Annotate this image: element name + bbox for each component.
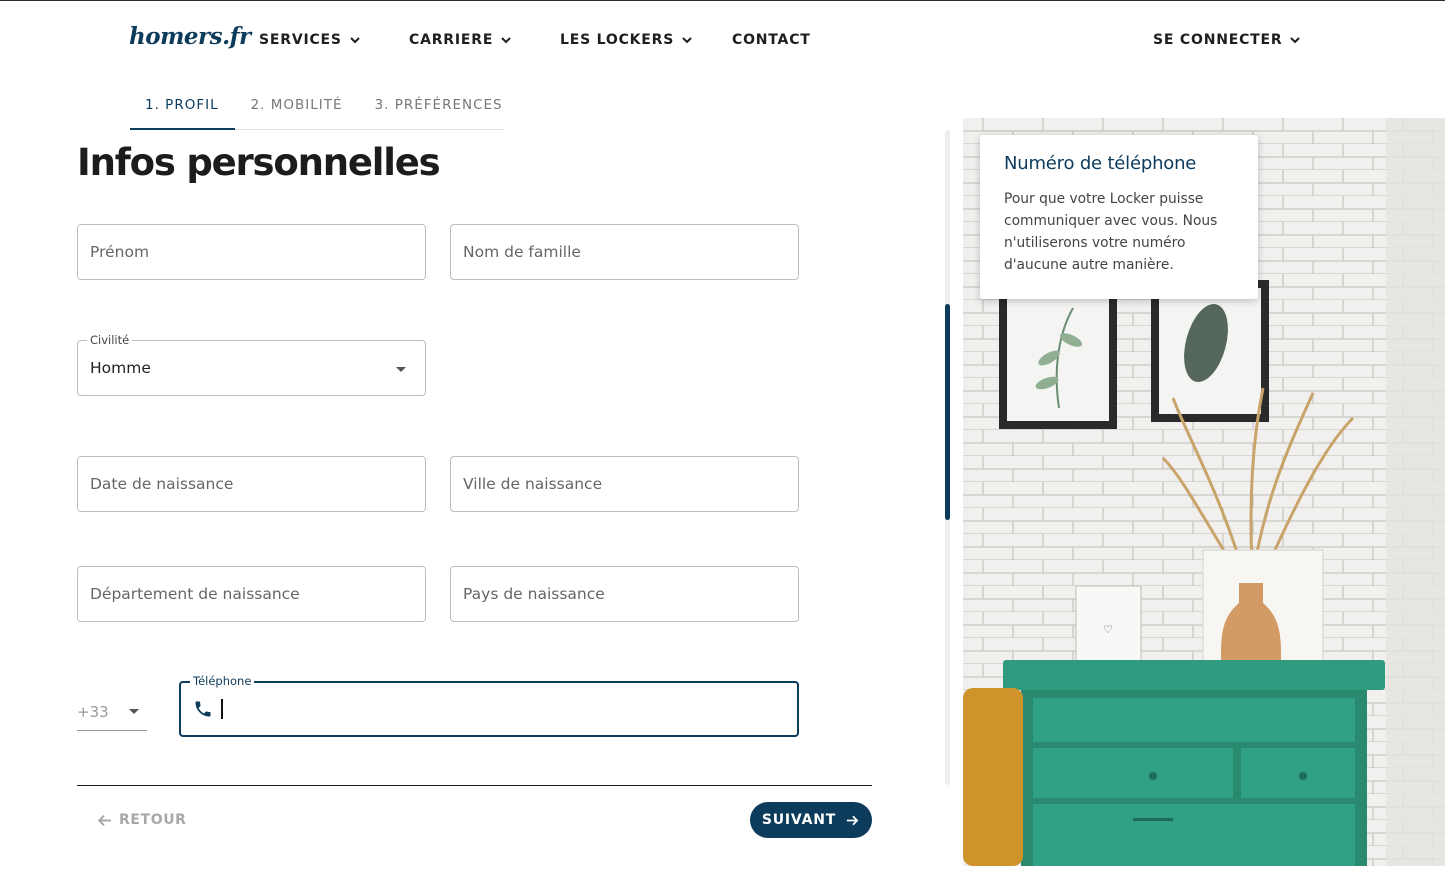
text-cursor [221,699,223,719]
step-preferences[interactable]: 3. PRÉFÉRENCES [359,89,519,130]
nav-contact-label: CONTACT [732,32,811,48]
nav-lockers[interactable]: LES LOCKERS [560,32,693,48]
nav-services-label: SERVICES [259,32,342,48]
birthdate-field [77,456,426,512]
lastname-field [450,224,799,280]
caret-down-icon [129,709,139,714]
phone-prefix-select[interactable]: +33 [77,693,147,731]
nav-contact[interactable]: CONTACT [732,32,811,48]
caret-down-icon [396,366,406,372]
chevron-down-icon [1290,37,1301,44]
scrollbar-thumb[interactable] [945,304,950,520]
nav-connect-label: SE CONNECTER [1153,32,1283,48]
nav-connect[interactable]: SE CONNECTER [1153,32,1301,48]
page-title: Infos personnelles [77,141,441,184]
birthdate-input[interactable] [90,475,413,493]
chevron-down-icon [682,37,692,44]
next-button[interactable]: SUIVANT [750,802,872,838]
phone-icon [195,701,211,717]
tooltip-body: Pour que votre Locker puisse communiquer… [1004,191,1218,273]
back-button-label: RETOUR [119,812,187,828]
birthcountry-field [450,566,799,622]
arrow-right-icon [847,815,859,825]
step-profil[interactable]: 1. PROFIL [130,89,235,130]
back-button[interactable]: RETOUR [96,807,187,833]
birthdept-input[interactable] [90,585,413,603]
phone-tooltip: Numéro de téléphone Pour que votre Locke… [980,135,1258,299]
tooltip-title: Numéro de téléphone [1004,153,1197,174]
arrow-left-icon [97,814,111,826]
svg-text:♡: ♡ [1103,623,1113,636]
civility-label: Civilité [87,333,133,347]
firstname-input[interactable] [90,243,413,261]
birthdept-field [77,566,426,622]
lastname-input[interactable] [463,243,786,261]
chevron-down-icon [501,37,511,44]
birthcity-input[interactable] [463,475,786,493]
phone-prefix-value: +33 [77,702,109,721]
logo[interactable]: homers.fr [129,23,251,50]
civility-value: Homme [90,359,151,377]
stepper: 1. PROFIL 2. MOBILITÉ 3. PRÉFÉRENCES [130,89,504,130]
civility-select[interactable]: Civilité Homme [77,333,426,396]
form-divider [77,785,872,786]
nav-carriere[interactable]: CARRIERE [409,32,512,48]
next-button-label: SUIVANT [761,812,837,828]
scrollbar-track[interactable] [945,130,950,785]
nav-carriere-label: CARRIERE [409,32,494,48]
phone-label: Téléphone [190,674,255,688]
phone-field[interactable]: Téléphone [179,674,799,737]
birthcity-field [450,456,799,512]
firstname-field [77,224,426,280]
nav-services[interactable]: SERVICES [259,32,361,48]
step-mobilite[interactable]: 2. MOBILITÉ [235,89,359,130]
nav-lockers-label: LES LOCKERS [560,32,675,48]
birthcountry-input[interactable] [463,585,786,603]
chevron-down-icon [350,37,360,44]
